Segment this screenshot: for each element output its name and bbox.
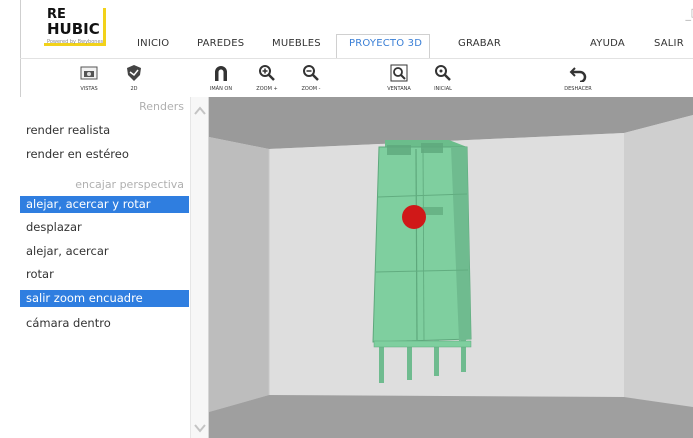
scroll-down-icon[interactable] <box>194 422 206 434</box>
zoom-in-button[interactable]: ZOOM + <box>253 64 281 92</box>
menu-proyecto-3d[interactable]: PROYECTO 3D <box>349 38 422 49</box>
view-2d-button[interactable]: 2D <box>122 64 146 92</box>
menu-ayuda[interactable]: AYUDA <box>590 38 625 49</box>
menu-muebles[interactable]: MUEBLES <box>272 38 321 49</box>
viewport-3d[interactable] <box>209 97 693 438</box>
view-2d-label: 2D <box>130 86 138 92</box>
camera-icon <box>80 66 98 80</box>
alejar-acercar-item[interactable]: alejar, acercar <box>20 243 189 260</box>
perspective-header: encajar perspectiva <box>75 178 184 191</box>
undo-icon <box>569 67 587 82</box>
menu-grabar[interactable]: GRABAR <box>458 38 501 49</box>
ventana-button[interactable]: VENTANA <box>382 64 416 92</box>
zoom-out-button[interactable]: ZOOM - <box>297 64 325 92</box>
render-estereo-item[interactable]: render en estéreo <box>20 146 189 163</box>
sidebar: Renders render realista render en estére… <box>20 97 209 438</box>
magnet-label: IMÁN ON <box>209 86 233 92</box>
render-realista-item[interactable]: render realista <box>20 122 189 139</box>
desplazar-item[interactable]: desplazar <box>20 219 189 236</box>
ventana-label: VENTANA <box>387 86 411 92</box>
menu-paredes[interactable]: PAREDES <box>197 38 244 49</box>
magnet-icon <box>215 66 227 81</box>
toolbar-divider <box>20 58 693 59</box>
scroll-up-icon[interactable] <box>194 105 206 117</box>
zoom-window-icon <box>390 64 408 82</box>
app-logo: RE HUBIC Powered by Bwybones <box>44 8 110 52</box>
zoom-out-label: ZOOM - <box>301 86 321 92</box>
logo-line-2: HUBIC <box>47 20 100 38</box>
rotar-item[interactable]: rotar <box>20 266 189 283</box>
menu-inicio[interactable]: INICIO <box>137 38 169 49</box>
logo-tagline: Powered by Bwybones <box>47 39 104 45</box>
vistas-button[interactable]: VISTAS <box>74 64 104 92</box>
zoom-in-label: ZOOM + <box>256 86 278 92</box>
vistas-label: VISTAS <box>80 86 98 92</box>
scene-render <box>209 97 693 438</box>
salir-zoom-encuadre-item[interactable]: salir zoom encuadre <box>20 290 189 307</box>
locker-model[interactable] <box>372 140 472 383</box>
magnet-button[interactable]: IMÁN ON <box>206 64 236 92</box>
selection-marker[interactable] <box>402 205 426 229</box>
shield-icon <box>127 65 141 81</box>
undo-label: DESHACER <box>564 86 592 92</box>
zoom-out-icon <box>303 65 319 81</box>
undo-button[interactable]: DESHACER <box>560 64 596 92</box>
inicial-button[interactable]: INICIAL <box>428 64 458 92</box>
inicial-label: INICIAL <box>434 86 452 92</box>
menu-salir[interactable]: SALIR <box>654 38 684 49</box>
zoom-reset-icon <box>435 65 451 81</box>
alejar-acercar-rotar-item[interactable]: alejar, acercar y rotar <box>20 196 189 213</box>
sidebar-scrollbar[interactable] <box>190 97 208 438</box>
camara-dentro-item[interactable]: cámara dentro <box>20 315 189 332</box>
renders-header: Renders <box>139 100 184 113</box>
zoom-in-icon <box>259 65 275 81</box>
app-window: RE HUBIC Powered by Bwybones _ □ INICIO … <box>0 0 693 438</box>
